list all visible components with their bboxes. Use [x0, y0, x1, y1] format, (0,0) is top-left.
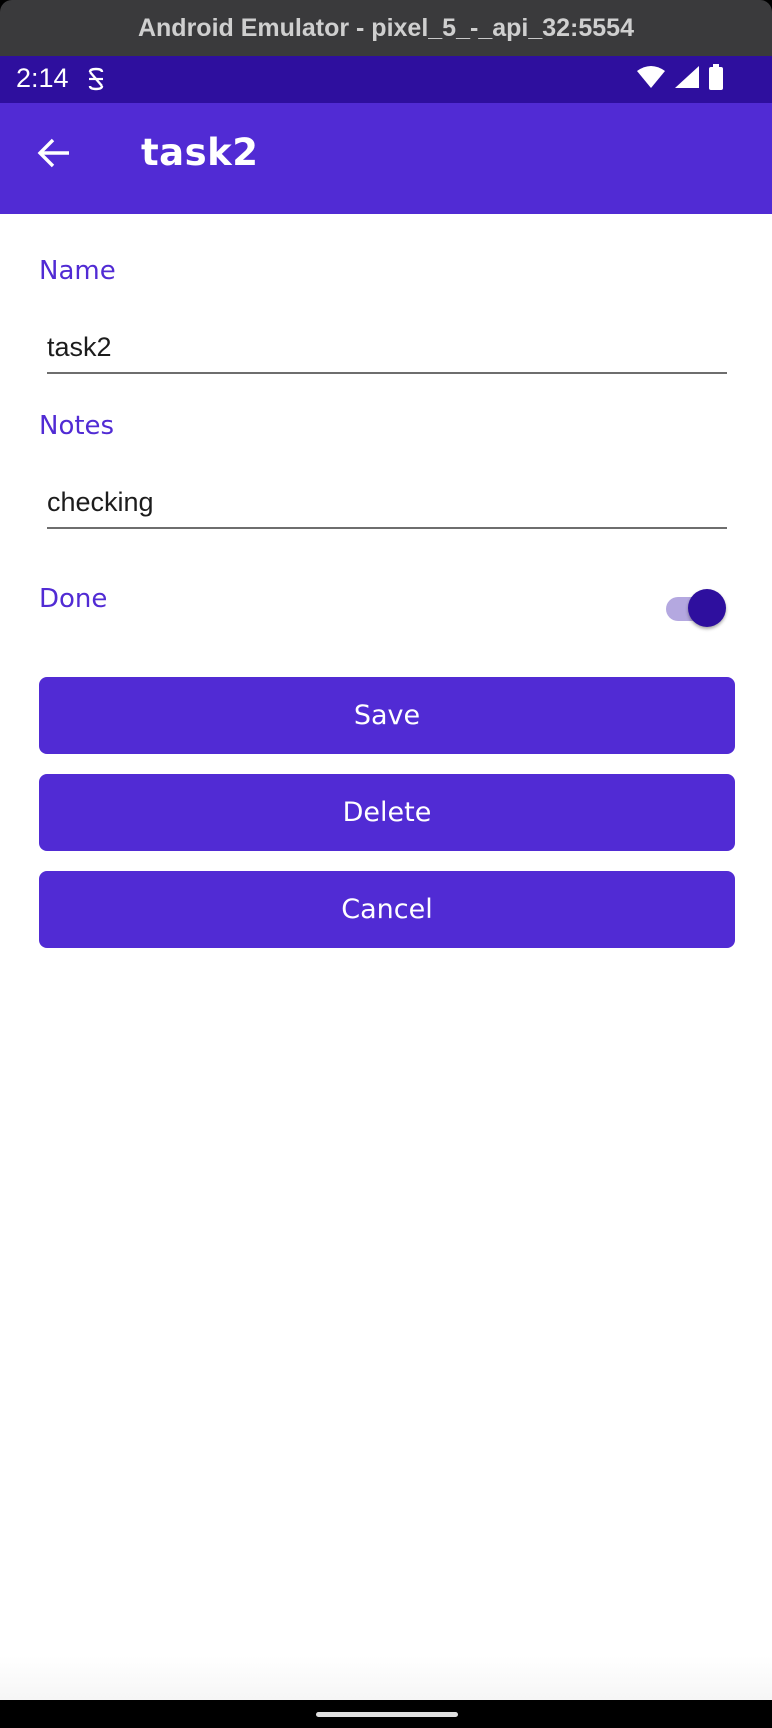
name-label: Name [39, 256, 116, 286]
back-button[interactable] [30, 131, 78, 179]
signal-icon [674, 65, 700, 94]
app-bar: task2 [0, 103, 772, 214]
home-handle[interactable] [316, 1712, 458, 1717]
sync-icon [84, 66, 108, 92]
page-title: task2 [141, 131, 259, 174]
wifi-icon [636, 65, 666, 94]
save-button[interactable]: Save [39, 677, 735, 754]
done-switch[interactable] [664, 588, 730, 630]
status-bar: 2:14 [0, 56, 772, 103]
delete-button[interactable]: Delete [39, 774, 735, 851]
content-bottom [0, 1656, 772, 1700]
emulator-window-title: Android Emulator - pixel_5_-_api_32:5554 [0, 0, 772, 57]
cancel-button[interactable]: Cancel [39, 871, 735, 948]
arrow-back-icon [37, 136, 71, 175]
notes-label: Notes [39, 411, 115, 441]
navigation-bar [0, 1700, 772, 1728]
status-icons [636, 63, 724, 95]
switch-thumb [688, 589, 726, 627]
done-label: Done [39, 584, 108, 614]
notes-field[interactable] [47, 481, 727, 529]
battery-icon [708, 63, 724, 95]
status-time: 2:14 [16, 63, 69, 93]
name-field[interactable] [47, 326, 727, 374]
phone-screen: 2:14 task2 Name task2 Notes checking Don… [0, 56, 772, 1728]
